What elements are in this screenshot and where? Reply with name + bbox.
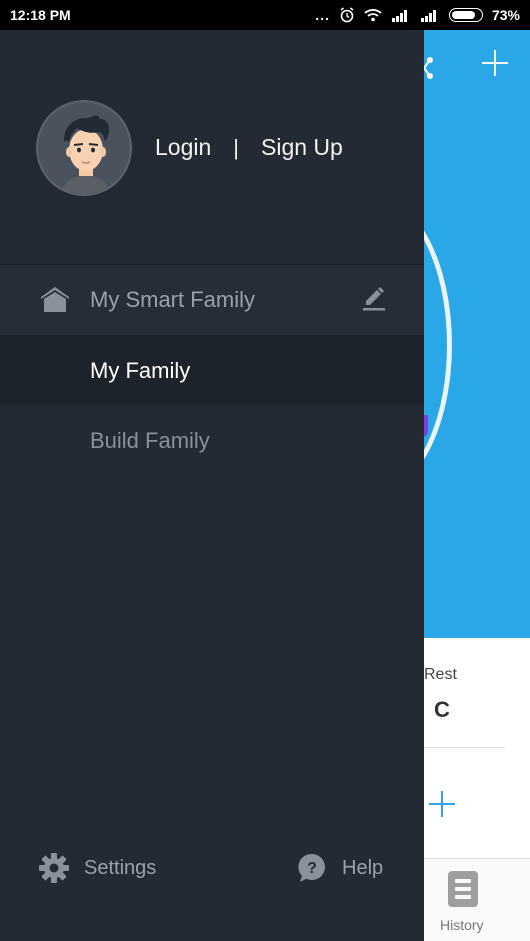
status-bar: 12:18 PM ... 73% — [0, 0, 530, 30]
add-device-icon[interactable] — [428, 790, 456, 818]
svg-text:?: ? — [307, 860, 317, 877]
background-app: Rest C History — [424, 30, 530, 941]
battery-icon — [448, 8, 483, 22]
add-icon[interactable] — [480, 48, 510, 78]
login-link[interactable]: Login — [155, 134, 211, 161]
settings-label: Settings — [84, 856, 157, 879]
drawer-item-label: Build Family — [90, 428, 210, 453]
signal-icon-2 — [420, 10, 436, 22]
rest-value: C — [434, 697, 450, 722]
drawer-item-build-family[interactable]: Build Family — [0, 405, 424, 475]
nav-history-label[interactable]: History — [440, 917, 484, 933]
drawer-item-label: My Smart Family — [90, 287, 255, 312]
status-time: 12:18 PM — [10, 7, 71, 23]
settings-button[interactable]: Settings — [38, 852, 156, 884]
history-icon[interactable] — [448, 871, 478, 907]
bottom-nav: History — [424, 858, 530, 941]
wifi-icon — [364, 9, 382, 22]
rest-label: Rest — [424, 666, 457, 683]
navigation-drawer: Login | Sign Up My Smart Family My Famil… — [0, 30, 424, 941]
avatar[interactable] — [36, 100, 132, 196]
battery-percent: 73% — [491, 7, 520, 23]
gear-icon — [39, 853, 69, 883]
more-notifications-icon: ... — [315, 7, 330, 23]
alarm-icon — [340, 7, 354, 23]
signal-icon — [391, 10, 407, 22]
divider — [424, 747, 506, 748]
share-icon[interactable] — [424, 54, 438, 82]
help-label: Help — [342, 856, 384, 879]
signup-link[interactable]: Sign Up — [261, 134, 343, 161]
auth-links: Login | Sign Up — [155, 134, 343, 161]
avatar-face-icon — [60, 115, 112, 194]
edit-icon[interactable] — [362, 285, 386, 311]
home-icon — [41, 287, 69, 312]
status-icons: ... 73% — [315, 7, 520, 23]
help-button[interactable]: ? Help — [296, 852, 383, 884]
auth-separator: | — [233, 134, 239, 160]
drawer-item-label: My Family — [90, 358, 191, 383]
drawer-item-my-family[interactable]: My Family — [0, 335, 424, 405]
drawer-item-my-smart-family[interactable]: My Smart Family — [0, 265, 424, 335]
help-icon: ? — [298, 853, 325, 882]
